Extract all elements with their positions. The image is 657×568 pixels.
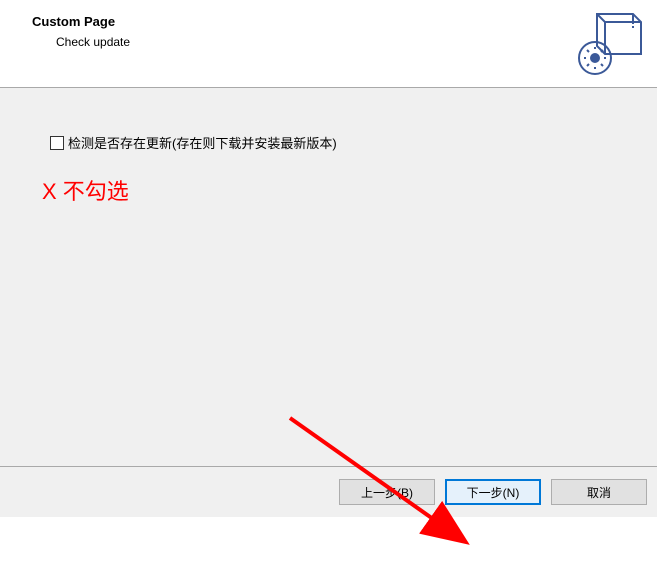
annotation-text: X 不勾选	[42, 174, 607, 206]
page-subtitle: Check update	[56, 35, 637, 49]
page-title: Custom Page	[32, 14, 637, 29]
check-update-checkbox[interactable]	[50, 136, 64, 150]
check-update-option[interactable]: 检测是否存在更新(存在则下载并安装最新版本)	[50, 133, 607, 152]
installer-icon	[577, 6, 647, 81]
check-update-label: 检测是否存在更新(存在则下载并安装最新版本)	[68, 133, 337, 152]
wizard-header: Custom Page Check update	[0, 0, 657, 88]
wizard-content: 检测是否存在更新(存在则下载并安装最新版本) X 不勾选	[0, 88, 657, 467]
next-button[interactable]: 下一步(N)	[445, 479, 541, 505]
cancel-button[interactable]: 取消	[551, 479, 647, 505]
wizard-footer: 上一步(B) 下一步(N) 取消	[0, 467, 657, 517]
back-button[interactable]: 上一步(B)	[339, 479, 435, 505]
